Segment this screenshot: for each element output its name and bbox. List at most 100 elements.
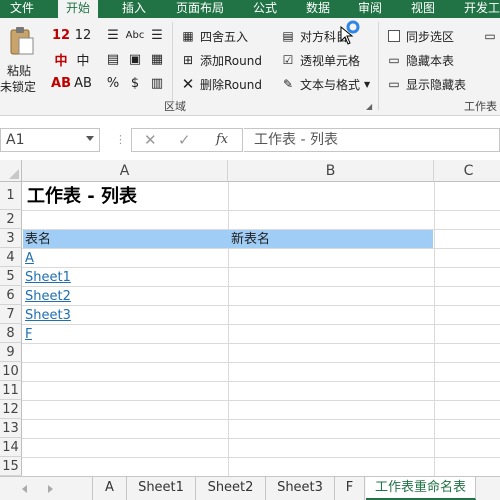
sync-selection-label: 同步选区 xyxy=(406,29,455,44)
text-format-button[interactable]: ✎ 文本与格式 ▼ xyxy=(280,74,370,94)
column-header-a[interactable]: A xyxy=(22,160,228,182)
paste-button[interactable]: 粘贴 未锁定 xyxy=(0,24,42,94)
select-all-corner[interactable] xyxy=(0,160,22,182)
row-header[interactable]: 9 xyxy=(0,343,22,362)
sheet-icon: ▭ xyxy=(388,53,400,67)
row-header[interactable]: 3 xyxy=(0,229,22,248)
hide-sheet-label: 隐藏本表 xyxy=(406,53,455,68)
document-icon: ▤ xyxy=(282,29,294,43)
grid-icon: ▦ xyxy=(182,29,194,43)
sheet-icon: ▭ xyxy=(388,77,400,91)
row-header[interactable]: 15 xyxy=(0,457,22,476)
show-hidden-button[interactable]: ▭ 显示隐藏表 xyxy=(386,74,466,94)
row-header[interactable]: 10 xyxy=(0,362,22,381)
scroll-right-icon[interactable] xyxy=(48,485,53,493)
sheet-title-cell[interactable]: 工作表 - 列表 xyxy=(24,185,137,209)
sync-selection-button[interactable]: 同步选区 xyxy=(386,26,454,46)
list-icon[interactable]: ☰ xyxy=(148,26,166,44)
row-header[interactable]: 5 xyxy=(0,267,22,286)
fx-button[interactable]: fx xyxy=(216,132,228,147)
grid-line xyxy=(434,182,435,476)
tab-file[interactable]: 文件 xyxy=(10,0,34,18)
grid-line xyxy=(22,324,500,325)
more-options-icon[interactable]: ⋮ xyxy=(115,133,126,146)
text-format-icon: ✎ xyxy=(282,77,294,91)
header-cell-sheet-name[interactable]: 表名 xyxy=(22,230,228,249)
tab-data[interactable]: 数据 xyxy=(306,0,330,18)
sheet-tab[interactable]: A xyxy=(93,477,127,500)
table-icon[interactable]: ▦ xyxy=(148,50,166,68)
sheet-link[interactable]: A xyxy=(22,249,34,268)
column-header-c[interactable]: C xyxy=(434,160,500,182)
align-lines-icon[interactable]: ☰ xyxy=(104,26,122,44)
percent-icon[interactable]: % xyxy=(104,74,122,92)
header-cell-new-sheet-name[interactable]: 新表名 xyxy=(228,230,434,249)
add-round-button[interactable]: ⊞ 添加Round xyxy=(180,50,262,70)
check-icon[interactable]: ✓ xyxy=(178,131,191,149)
row-header[interactable]: 4 xyxy=(0,248,22,267)
tab-review[interactable]: 审阅 xyxy=(358,0,382,18)
checkbox-icon xyxy=(386,28,402,44)
close-icon[interactable]: ✕ xyxy=(144,131,157,149)
hide-sheet-button[interactable]: ▭ 隐藏本表 xyxy=(386,50,454,70)
tab-page-layout[interactable]: 页面布局 xyxy=(176,0,224,18)
sheet-tab-bar: A Sheet1 Sheet2 Sheet3 F 工作表重命名表 xyxy=(0,476,500,500)
chinese-char-icon[interactable]: 中 xyxy=(52,50,70,69)
border-icon[interactable]: ▣ xyxy=(126,50,144,68)
grid-lines-icon[interactable]: ▤ xyxy=(104,50,122,68)
round-label: 四舍五入 xyxy=(200,29,249,44)
grid-line xyxy=(22,381,500,382)
row-header[interactable]: 2 xyxy=(0,210,22,229)
ribbon-separator xyxy=(378,22,379,110)
row-header[interactable]: 13 xyxy=(0,419,22,438)
sheet-tab-active[interactable]: 工作表重命名表 xyxy=(366,477,476,500)
scroll-left-icon[interactable] xyxy=(22,485,27,493)
delete-round-button[interactable]: ✕ 删除Round xyxy=(180,74,262,94)
chinese-icon[interactable]: 中 xyxy=(74,50,92,69)
sheet-link[interactable]: Sheet1 xyxy=(22,268,71,287)
ab-format-icon[interactable]: AB xyxy=(51,74,71,92)
font-size-icon[interactable]: 12 xyxy=(52,26,70,44)
tab-formulas[interactable]: 公式 xyxy=(253,0,277,18)
currency-icon[interactable]: $ xyxy=(126,74,144,92)
round-button[interactable]: ▦ 四舍五入 xyxy=(180,26,248,46)
group-label-worksheet: 工作表 xyxy=(464,100,497,113)
dialog-launcher-icon[interactable]: ◢ xyxy=(366,102,372,111)
calendar-icon[interactable]: ▥ xyxy=(148,74,166,92)
tab-developer[interactable]: 开发工 xyxy=(464,0,500,18)
formula-input[interactable]: 工作表 - 列表 xyxy=(244,128,500,152)
tab-home[interactable]: 开始 xyxy=(58,0,99,18)
sheet-tab[interactable]: F xyxy=(335,477,365,500)
row-header[interactable]: 11 xyxy=(0,381,22,400)
size-12-icon[interactable]: 12 xyxy=(74,26,92,44)
sheet-tab[interactable]: Sheet2 xyxy=(196,477,266,500)
chevron-down-icon: ▼ xyxy=(364,79,371,89)
row-header[interactable]: 6 xyxy=(0,286,22,305)
column-header-b[interactable]: B xyxy=(228,160,434,182)
group-label-region: 区域 xyxy=(164,100,186,113)
transparent-cell-button[interactable]: ☑ 透视单元格 xyxy=(280,50,360,70)
show-hidden-label: 显示隐藏表 xyxy=(406,77,467,92)
row-header[interactable]: 14 xyxy=(0,438,22,457)
unlocked-label: 未锁定 xyxy=(0,80,37,94)
sheet-tab[interactable]: Sheet1 xyxy=(127,477,196,500)
row-header[interactable]: 7 xyxy=(0,305,22,324)
chevron-down-icon[interactable] xyxy=(86,136,94,141)
sheet-link[interactable]: F xyxy=(22,325,32,344)
abc-icon[interactable]: Abc xyxy=(126,26,145,44)
tab-insert[interactable]: 插入 xyxy=(122,0,146,18)
sheet-link[interactable]: Sheet3 xyxy=(22,306,71,325)
clipboard-icon xyxy=(10,27,34,55)
grid-line xyxy=(22,400,500,401)
row-header[interactable]: 8 xyxy=(0,324,22,343)
sheet-tab[interactable]: Sheet3 xyxy=(266,477,335,500)
ab-icon[interactable]: AB xyxy=(74,74,92,92)
name-box[interactable]: A1 xyxy=(0,128,100,152)
row-header[interactable]: 12 xyxy=(0,400,22,419)
row-header[interactable]: 1 xyxy=(0,182,22,210)
sheet-link[interactable]: Sheet2 xyxy=(22,287,71,306)
overflow-button[interactable]: ▭ xyxy=(482,26,498,46)
tab-view[interactable]: 视图 xyxy=(411,0,435,18)
close-icon: ✕ xyxy=(181,75,195,93)
counterpart-account-button[interactable]: ▤ 对方科目 xyxy=(280,26,348,46)
